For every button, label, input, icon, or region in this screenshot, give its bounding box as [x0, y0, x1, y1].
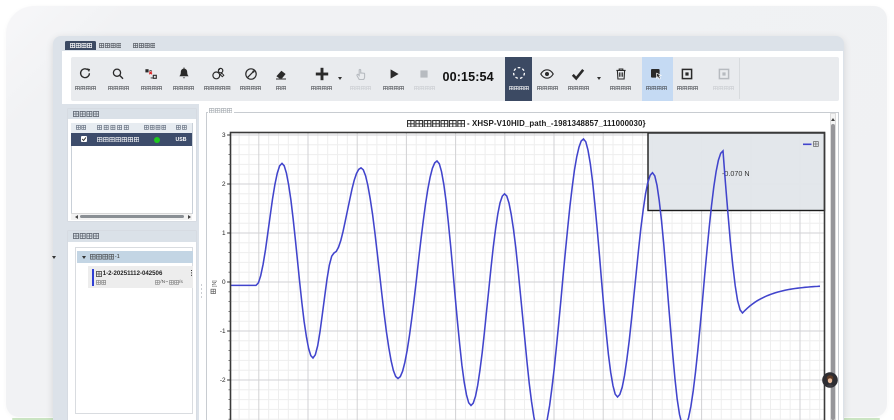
- svg-text:0: 0: [222, 279, 226, 286]
- svg-text:-0.070 N: -0.070 N: [722, 169, 750, 178]
- svg-text:3: 3: [222, 132, 226, 139]
- svg-text:-2: -2: [220, 377, 226, 384]
- svg-text:-1: -1: [220, 328, 226, 335]
- svg-text:2: 2: [222, 181, 226, 188]
- svg-text:[N]: [N]: [212, 280, 218, 287]
- svg-text:1: 1: [222, 230, 226, 237]
